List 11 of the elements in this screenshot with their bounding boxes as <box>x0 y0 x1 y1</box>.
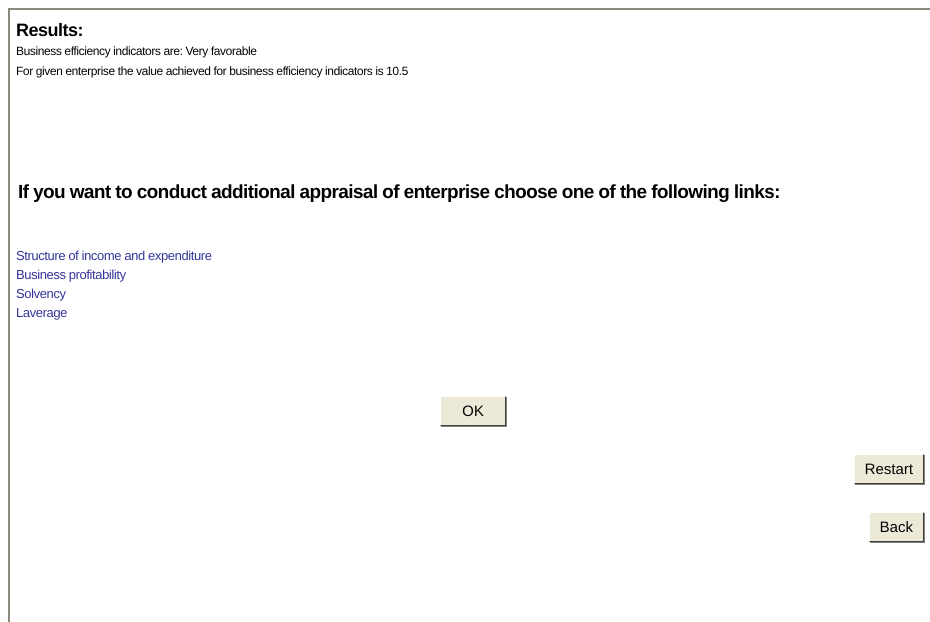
result-text: Business efficiency indicators are: Very favorable <box>16 43 258 60</box>
back-button[interactable]: Back <box>868 512 924 542</box>
result-text: For given enterprise the value achieved for business efficiency indicators is 10.5 <box>16 63 409 80</box>
appraisal-link[interactable]: Solvency <box>16 284 66 303</box>
appraisal-link[interactable]: Structure of income and expenditure <box>16 246 212 265</box>
ok-button[interactable]: OK <box>440 396 506 426</box>
links-prompt: If you want to conduct additional appraisal of enterprise choose one of the following links: <box>18 181 781 205</box>
results-heading: Results: <box>16 20 84 41</box>
appraisal-link[interactable]: Laverage <box>16 303 68 322</box>
restart-button[interactable]: Restart <box>854 454 924 484</box>
appraisal-link[interactable]: Business profitability <box>16 265 126 284</box>
